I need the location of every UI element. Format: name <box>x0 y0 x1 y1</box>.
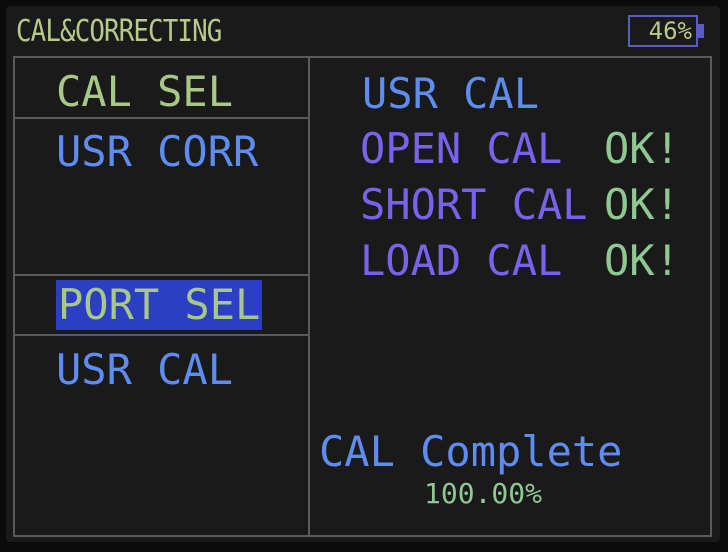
cal-complete-percent: 100.00% <box>424 477 543 510</box>
divider-port-sel <box>13 334 309 336</box>
title-bar: CAL&CORRECTING 46% <box>6 6 720 56</box>
short-cal-status: OK! <box>604 180 680 229</box>
port-sel-label[interactable]: PORT SEL <box>56 280 263 330</box>
cal-mode-heading: USR CAL <box>362 69 540 118</box>
cal-complete-label: CAL Complete <box>319 427 623 476</box>
divider-section <box>13 274 309 276</box>
open-cal-label: OPEN CAL <box>360 124 563 173</box>
load-cal-status: OK! <box>604 236 680 285</box>
device-screen: CAL&CORRECTING 46% CAL SEL USR CORR PORT… <box>6 6 720 542</box>
port-sel-option[interactable]: USR CAL <box>56 345 233 395</box>
column-divider <box>308 56 310 537</box>
open-cal-status: OK! <box>604 124 680 173</box>
load-cal-label: LOAD CAL <box>360 236 563 285</box>
short-cal-label: SHORT CAL <box>360 180 588 229</box>
divider-cal-sel <box>13 117 309 119</box>
battery-terminal-icon <box>698 24 704 38</box>
cal-sel-label: CAL SEL <box>56 67 234 116</box>
page-title: CAL&CORRECTING <box>16 14 222 49</box>
battery-icon: 46% <box>628 15 698 47</box>
cal-sel-option[interactable]: USR CORR <box>56 127 258 177</box>
battery-level: 46% <box>648 17 692 45</box>
